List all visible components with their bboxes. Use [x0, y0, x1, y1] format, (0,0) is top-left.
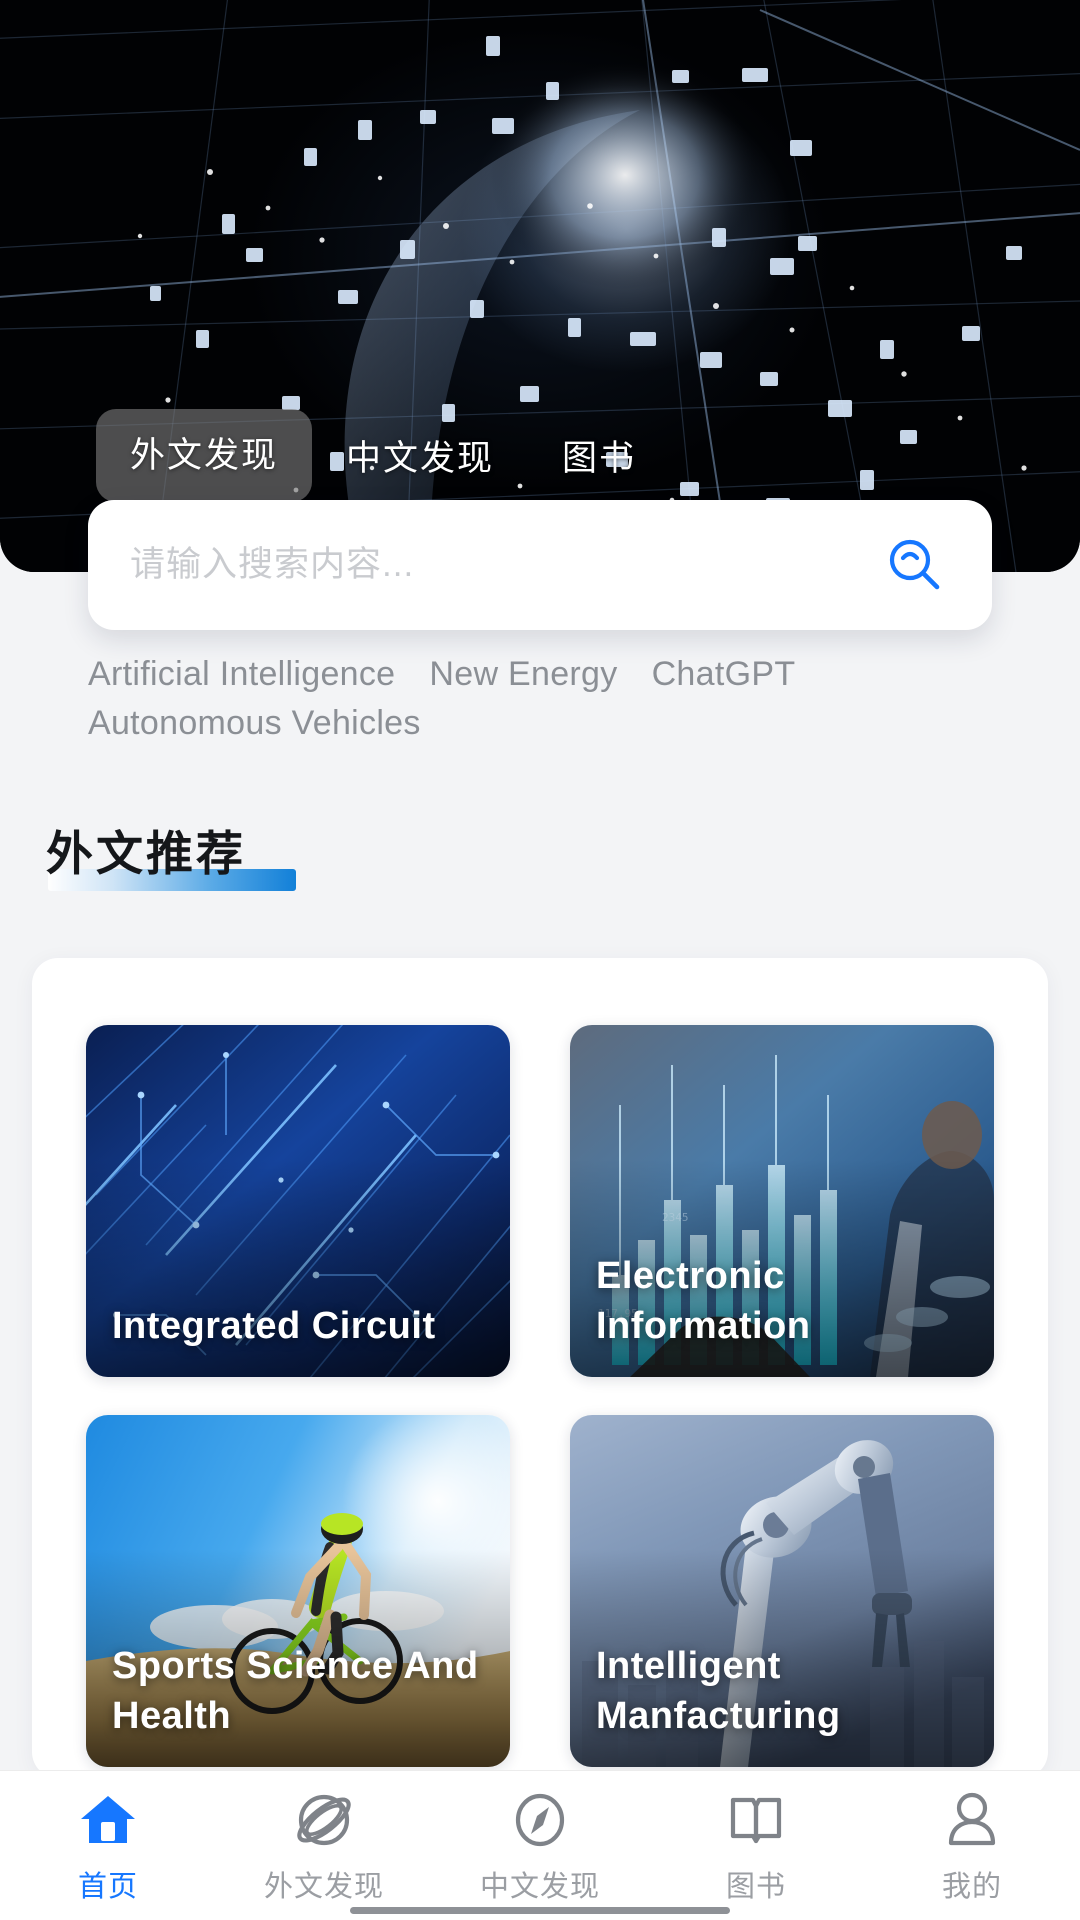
tab-label: 图书	[562, 438, 637, 478]
home-indicator	[350, 1907, 730, 1914]
tab-chinese-discover[interactable]: 中文发现	[312, 414, 528, 497]
tab-label: 外文发现	[130, 435, 279, 475]
app-screen: 外文发现 中文发现 图书 Artificial Intelligence New…	[0, 0, 1080, 1920]
nav-label: 我的	[941, 1871, 1002, 1903]
nav-item-home[interactable]: 首页	[0, 1787, 216, 1905]
recommend-card-grid: Integrated Circuit Electronic Informatio…	[86, 1025, 994, 1767]
compass-icon	[507, 1787, 573, 1853]
discover-tabs[interactable]: 外文发现 中文发现 图书	[0, 408, 1080, 502]
card-intelligent-manufacturing[interactable]: Intelligent Manfacturing	[570, 1415, 994, 1767]
card-title: Intelligent Manfacturing	[596, 1644, 841, 1737]
search-input[interactable]	[130, 545, 878, 585]
section-title-text: 外文推荐	[46, 827, 246, 880]
bottom-navigation: 首页 外文发现 中文发现 图书 我的	[0, 1770, 1080, 1920]
globe-icon	[291, 1787, 357, 1853]
search-bar[interactable]	[88, 500, 992, 630]
search-icon	[889, 539, 940, 590]
hot-keyword[interactable]: New Energy	[429, 655, 617, 694]
section-heading: 外文推荐	[46, 827, 296, 891]
card-title: Integrated Circuit	[112, 1304, 436, 1347]
nav-item-books[interactable]: 图书	[648, 1787, 864, 1905]
card-title: Electronic Information	[596, 1254, 811, 1347]
card-integrated-circuit[interactable]: Integrated Circuit	[86, 1025, 510, 1377]
card-title: Sports Science And Health	[112, 1644, 479, 1737]
nav-label: 首页	[77, 1871, 138, 1903]
nav-label: 图书	[725, 1871, 786, 1903]
home-icon	[75, 1787, 141, 1853]
book-icon	[723, 1787, 789, 1853]
hot-keyword[interactable]: Artificial Intelligence	[88, 655, 395, 694]
nav-item-foreign-discover[interactable]: 外文发现	[216, 1787, 432, 1905]
card-sports-science-health[interactable]: Sports Science And Health	[86, 1415, 510, 1767]
hot-keyword[interactable]: ChatGPT	[652, 655, 796, 694]
nav-label: 外文发现	[263, 1871, 384, 1903]
tab-label: 中文发现	[346, 438, 495, 478]
nav-item-mine[interactable]: 我的	[864, 1787, 1080, 1905]
nav-label: 中文发现	[479, 1871, 600, 1903]
nav-item-chinese-discover[interactable]: 中文发现	[432, 1787, 648, 1905]
hot-keywords: Artificial Intelligence New Energy ChatG…	[88, 655, 948, 743]
tab-foreign-discover[interactable]: 外文发现	[96, 408, 313, 502]
hot-keyword[interactable]: Autonomous Vehicles	[88, 704, 421, 743]
user-icon	[939, 1787, 1005, 1853]
card-electronic-information[interactable]: 117.95 2345 Electronic Information	[570, 1025, 994, 1377]
tab-books[interactable]: 图书	[528, 414, 670, 497]
search-button[interactable]	[878, 528, 952, 602]
